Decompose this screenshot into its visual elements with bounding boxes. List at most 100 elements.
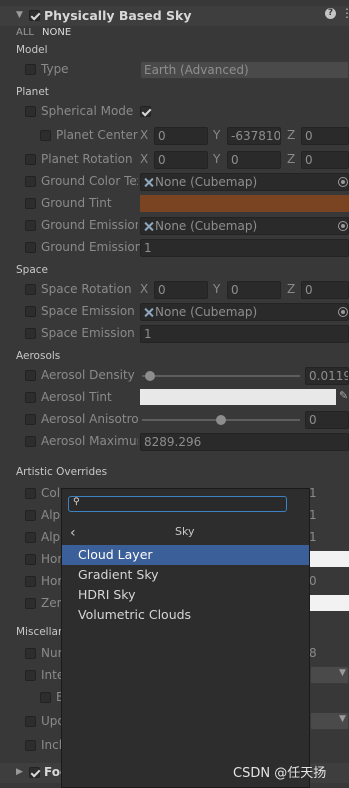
planet-center-x-label: X xyxy=(140,128,149,142)
planet-rotation-x-input[interactable]: 0 xyxy=(154,151,208,169)
planet-rotation-z-label: Z xyxy=(287,152,296,166)
component-enable-checkbox[interactable] xyxy=(29,10,40,21)
planet-rotation-y-input[interactable]: 0 xyxy=(227,151,281,169)
space-emission-texture-field[interactable]: None (Cubemap) xyxy=(140,303,349,321)
aerosol-anisotropy-input[interactable]: 0 xyxy=(305,411,349,429)
override-ground-emission-texture-checkbox[interactable] xyxy=(25,220,36,231)
watermark-text: CSDN @任天扬 xyxy=(233,766,327,781)
planet-rotation-z-input[interactable]: 0 xyxy=(301,151,349,169)
popup-breadcrumb: Sky xyxy=(175,525,195,538)
aerosol-density-input[interactable]: 0.01192 xyxy=(305,367,349,385)
aerosol-anisotropy-slider-handle[interactable] xyxy=(216,415,226,425)
section-model: Model xyxy=(16,44,48,56)
zenith-tint-swatch[interactable] xyxy=(310,595,349,611)
override-horizon-tint-checkbox[interactable] xyxy=(25,554,36,565)
override-ground-tint-checkbox[interactable] xyxy=(25,198,36,209)
add-sky-popup[interactable]: ⚲ ‹ Sky Cloud Layer Gradient Sky HDRI Sk… xyxy=(61,488,310,788)
override-zenith-tint-checkbox[interactable] xyxy=(25,598,36,609)
alpha-saturation-value[interactable]: 1 xyxy=(309,508,317,522)
popup-search-input[interactable] xyxy=(85,497,280,511)
aerosol-maximum-input[interactable]: 8289.296 xyxy=(140,433,349,451)
popup-item-hdri-sky[interactable]: HDRI Sky xyxy=(62,585,309,605)
section-artistic-overrides: Artistic Overrides xyxy=(16,466,108,478)
aerosol-maximum-label: Aerosol Maximum xyxy=(41,434,138,448)
override-update-mode-checkbox[interactable] xyxy=(25,716,36,727)
override-spherical-mode-checkbox[interactable] xyxy=(25,106,36,117)
aerosol-density-slider-handle[interactable] xyxy=(145,371,156,381)
cubemap-icon xyxy=(144,178,153,187)
space-rotation-y-input[interactable]: 0 xyxy=(227,281,281,299)
override-alpha-multiplier-checkbox[interactable] xyxy=(25,532,36,543)
none-toggle[interactable]: NONE xyxy=(42,27,71,38)
planet-rotation-y-label: Y xyxy=(213,152,221,166)
planet-center-y-input[interactable]: -637810 xyxy=(227,127,281,145)
override-aerosol-maximum-checkbox[interactable] xyxy=(25,436,36,447)
override-number-of-bounces-checkbox[interactable] xyxy=(25,648,36,659)
planet-center-z-input[interactable]: 0 xyxy=(301,127,349,145)
override-aerosol-anisotropy-checkbox[interactable] xyxy=(25,414,36,425)
override-aerosol-tint-checkbox[interactable] xyxy=(25,392,36,403)
horizon-tint-swatch[interactable] xyxy=(310,551,349,567)
planet-center-x-input[interactable]: 0 xyxy=(154,127,208,145)
section-space: Space xyxy=(16,264,48,276)
override-planet-center-checkbox[interactable] xyxy=(40,130,51,141)
override-ground-color-texture-checkbox[interactable] xyxy=(25,176,36,187)
object-picker-icon[interactable] xyxy=(338,177,348,187)
override-color-saturation-checkbox[interactable] xyxy=(25,488,36,499)
space-emission-texture-value: None (Cubemap) xyxy=(155,305,258,319)
number-of-bounces-value[interactable]: 8 xyxy=(309,646,317,660)
override-ground-emission-checkbox[interactable] xyxy=(25,242,36,253)
aerosol-tint-swatch[interactable] xyxy=(140,389,336,405)
override-exposure-checkbox[interactable] xyxy=(40,692,51,703)
popup-item-cloud-layer[interactable]: Cloud Layer xyxy=(62,545,309,565)
include-sun-label: Incl xyxy=(41,738,63,752)
space-rotation-label: Space Rotation xyxy=(41,282,132,296)
back-arrow-icon[interactable]: ‹ xyxy=(70,525,76,541)
space-rotation-x-label: X xyxy=(140,282,149,296)
ground-tint-swatch[interactable] xyxy=(140,195,349,212)
ground-emission-texture-field[interactable]: None (Cubemap) xyxy=(140,217,349,235)
ground-emission-texture-value: None (Cubemap) xyxy=(155,219,258,233)
aerosol-density-slider-track[interactable] xyxy=(142,375,300,377)
override-include-sun-checkbox[interactable] xyxy=(25,740,36,751)
planet-center-y-label: Y xyxy=(213,128,221,142)
more-options-icon[interactable]: ⋮ xyxy=(341,6,349,20)
popup-item-volumetric-clouds[interactable]: Volumetric Clouds xyxy=(62,605,309,625)
popup-item-gradient-sky[interactable]: Gradient Sky xyxy=(62,565,309,585)
popup-search-field[interactable]: ⚲ xyxy=(68,496,287,512)
object-picker-icon[interactable] xyxy=(338,221,348,231)
help-icon[interactable]: ? xyxy=(325,8,336,19)
alpha-multiplier-value[interactable]: 1 xyxy=(309,530,317,544)
space-rotation-x-input[interactable]: 0 xyxy=(154,281,208,299)
ground-color-texture-field[interactable]: None (Cubemap) xyxy=(140,173,349,191)
cubemap-icon xyxy=(144,308,153,317)
override-alpha-saturation-checkbox[interactable] xyxy=(25,510,36,521)
all-toggle[interactable]: ALL xyxy=(16,27,34,38)
color-saturation-value[interactable]: 1 xyxy=(309,486,317,500)
ground-emission-texture-label: Ground Emission xyxy=(41,218,138,232)
override-type-checkbox[interactable] xyxy=(25,64,36,75)
type-label: Type xyxy=(41,62,69,76)
space-rotation-y-label: Y xyxy=(213,282,221,296)
object-picker-icon[interactable] xyxy=(338,307,348,317)
override-space-emission-texture-checkbox[interactable] xyxy=(25,306,36,317)
foldout-arrow-icon[interactable]: ▼ xyxy=(16,10,23,20)
foldout-arrow-icon[interactable]: ▶ xyxy=(16,767,23,777)
override-space-emission-multiplier-checkbox[interactable] xyxy=(25,328,36,339)
override-intensity-mode-checkbox[interactable] xyxy=(25,670,36,681)
horizon-zenith-shift-value[interactable]: 0 xyxy=(309,574,317,588)
eyedropper-icon[interactable]: ✎ xyxy=(339,389,348,402)
override-space-rotation-checkbox[interactable] xyxy=(25,284,36,295)
override-aerosol-density-checkbox[interactable] xyxy=(25,370,36,381)
type-dropdown[interactable]: Earth (Advanced) xyxy=(140,61,349,79)
horizon-tint-label: Hor xyxy=(41,552,63,566)
override-planet-rotation-checkbox[interactable] xyxy=(25,154,36,165)
override-horizon-zenith-shift-checkbox[interactable] xyxy=(25,576,36,587)
spherical-mode-checkbox[interactable] xyxy=(140,106,151,117)
space-rotation-z-input[interactable]: 0 xyxy=(301,281,349,299)
space-emission-multiplier-input[interactable]: 1 xyxy=(140,325,349,343)
ground-emission-input[interactable]: 1 xyxy=(140,239,349,257)
fog-enable-checkbox[interactable] xyxy=(29,767,40,778)
space-emission-texture-label: Space Emission T xyxy=(41,304,138,318)
ground-emission-label: Ground Emission xyxy=(41,240,143,254)
